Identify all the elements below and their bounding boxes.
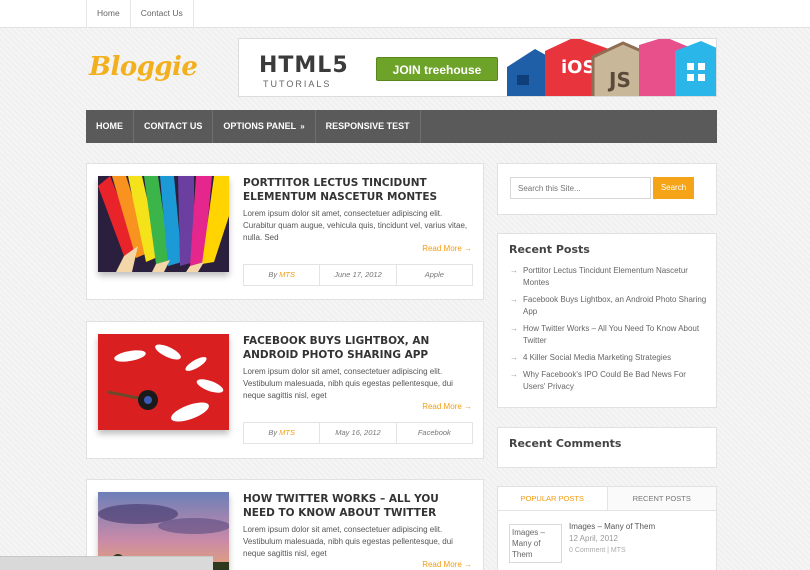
post-title[interactable]: PORTTITOR LECTUS TINCIDUNT ELEMENTUM NAS… bbox=[243, 176, 473, 204]
banner-subtitle: TUTORIALS bbox=[263, 79, 332, 89]
list-item[interactable]: → Porttitor Lectus Tincidunt Elementum Na… bbox=[510, 265, 710, 289]
post-category[interactable]: Facebook bbox=[397, 423, 472, 443]
recent-comments-title: Recent Comments bbox=[509, 437, 622, 450]
post-author: By MTS bbox=[244, 423, 321, 443]
nav-item-contact[interactable]: CONTACT US bbox=[134, 110, 214, 143]
post-author-link[interactable]: MTS bbox=[279, 270, 295, 279]
top-bar: Home Contact Us bbox=[0, 0, 810, 28]
tab-post-thumbnail[interactable]: Images – Many of Them bbox=[509, 524, 562, 563]
post-author: By MTS bbox=[244, 265, 321, 285]
tabs-widget: POPULAR POSTS RECENT POSTS Images – Many… bbox=[497, 486, 717, 570]
top-nav: Home Contact Us bbox=[86, 0, 194, 28]
tab-popular-posts[interactable]: POPULAR POSTS bbox=[498, 487, 608, 510]
banner-tile-js: JS bbox=[607, 68, 631, 92]
post-card: PORTTITOR LECTUS TINCIDUNT ELEMENTUM NAS… bbox=[86, 163, 484, 300]
recent-comments-widget: Recent Comments bbox=[497, 427, 717, 468]
recent-posts-list: → Porttitor Lectus Tincidunt Elementum Na… bbox=[510, 265, 710, 398]
search-button[interactable]: Search bbox=[653, 177, 694, 199]
tabs-bar: POPULAR POSTS RECENT POSTS bbox=[498, 487, 716, 511]
recent-posts-title: Recent Posts bbox=[509, 243, 590, 256]
list-item[interactable]: → How Twitter Works – All You Need To Kno… bbox=[510, 323, 710, 347]
post-card: FACEBOOK BUYS LIGHTBOX, AN ANDROID PHOTO… bbox=[86, 321, 484, 459]
nav-item-responsive-test[interactable]: RESPONSIVE TEST bbox=[316, 110, 421, 143]
arrow-right-icon: → bbox=[510, 370, 518, 379]
recent-post-link[interactable]: Porttitor Lectus Tincidunt Elementum Nas… bbox=[523, 266, 688, 287]
post-title[interactable]: FACEBOOK BUYS LIGHTBOX, AN ANDROID PHOTO… bbox=[243, 334, 473, 362]
post-thumbnail[interactable] bbox=[98, 176, 229, 272]
site-logo[interactable]: Bloggie bbox=[89, 52, 198, 82]
recent-post-link[interactable]: Facebook Buys Lightbox, an Android Photo… bbox=[523, 295, 706, 316]
post-category[interactable]: Apple bbox=[397, 265, 472, 285]
nav-item-options-panel[interactable]: OPTIONS PANEL» bbox=[213, 110, 316, 143]
banner-join-button[interactable]: JOIN treehouse bbox=[376, 57, 498, 81]
post-excerpt: Lorem ipsum dolor sit amet, consectetuer… bbox=[243, 209, 468, 242]
post-meta: By MTS June 17, 2012 Apple bbox=[243, 264, 473, 286]
banner-ad[interactable]: HTML5 TUTORIALS JOIN treehouse iOS JS bbox=[238, 38, 717, 97]
banner-house-tiles-icon: iOS JS bbox=[507, 39, 716, 96]
read-more-link[interactable]: Read More → bbox=[422, 244, 472, 253]
read-more-link[interactable]: Read More → bbox=[422, 560, 472, 569]
post-author-link[interactable]: MTS bbox=[279, 428, 295, 437]
list-item[interactable]: → 4 Killer Social Media Marketing Strateg… bbox=[510, 352, 710, 364]
post-meta: By MTS May 16, 2012 Facebook bbox=[243, 422, 473, 444]
post-date: June 17, 2012 bbox=[320, 265, 397, 285]
tab-post-title[interactable]: Images – Many of Them bbox=[569, 522, 655, 531]
banner-tile-ios: iOS bbox=[561, 57, 595, 78]
recent-post-link[interactable]: How Twitter Works – All You Need To Know… bbox=[523, 324, 699, 345]
main-nav: HOME CONTACT US OPTIONS PANEL» RESPONSIV… bbox=[86, 110, 717, 143]
recent-posts-widget: Recent Posts → Porttitor Lectus Tincidunt… bbox=[497, 233, 717, 408]
banner-title: HTML5 bbox=[259, 53, 349, 78]
list-item[interactable]: → Why Facebook's IPO Could Be Bad News Fo… bbox=[510, 369, 710, 393]
search-widget: Search bbox=[497, 163, 717, 215]
read-more-link[interactable]: Read More → bbox=[422, 402, 472, 411]
recent-post-link[interactable]: Why Facebook's IPO Could Be Bad News For… bbox=[523, 370, 686, 391]
search-input[interactable] bbox=[510, 177, 651, 199]
top-nav-contact[interactable]: Contact Us bbox=[131, 0, 194, 28]
colored-pencils-image bbox=[98, 176, 229, 272]
post-date: May 16, 2012 bbox=[320, 423, 397, 443]
nav-item-home[interactable]: HOME bbox=[86, 110, 134, 143]
recent-post-link[interactable]: 4 Killer Social Media Marketing Strategi… bbox=[523, 353, 671, 362]
chevron-right-icon: » bbox=[300, 122, 305, 131]
arrow-right-icon: → bbox=[510, 324, 518, 333]
post-thumbnail[interactable] bbox=[98, 334, 229, 430]
post-author-prefix: By bbox=[268, 428, 278, 437]
tab-post-meta: 0 Comment | MTS bbox=[569, 547, 626, 554]
tab-recent-posts[interactable]: RECENT POSTS bbox=[607, 487, 716, 510]
arrow-right-icon: → bbox=[510, 353, 518, 362]
post-excerpt: Lorem ipsum dolor sit amet, consectetuer… bbox=[243, 525, 453, 558]
post-title[interactable]: HOW TWITTER WORKS – ALL YOU NEED TO KNOW… bbox=[243, 492, 473, 520]
top-nav-home[interactable]: Home bbox=[86, 0, 131, 28]
post-author-prefix: By bbox=[268, 270, 278, 279]
arrow-right-icon: → bbox=[510, 295, 518, 304]
post-excerpt: Lorem ipsum dolor sit amet, consectetuer… bbox=[243, 367, 453, 400]
list-item[interactable]: → Facebook Buys Lightbox, an Android Phot… bbox=[510, 294, 710, 318]
nav-item-options-label: OPTIONS PANEL bbox=[223, 121, 297, 131]
tab-post-date: 12 April, 2012 bbox=[569, 534, 618, 543]
arrow-right-icon: → bbox=[510, 266, 518, 275]
browser-status-bar bbox=[0, 556, 213, 570]
flower-petals-image bbox=[98, 334, 229, 430]
